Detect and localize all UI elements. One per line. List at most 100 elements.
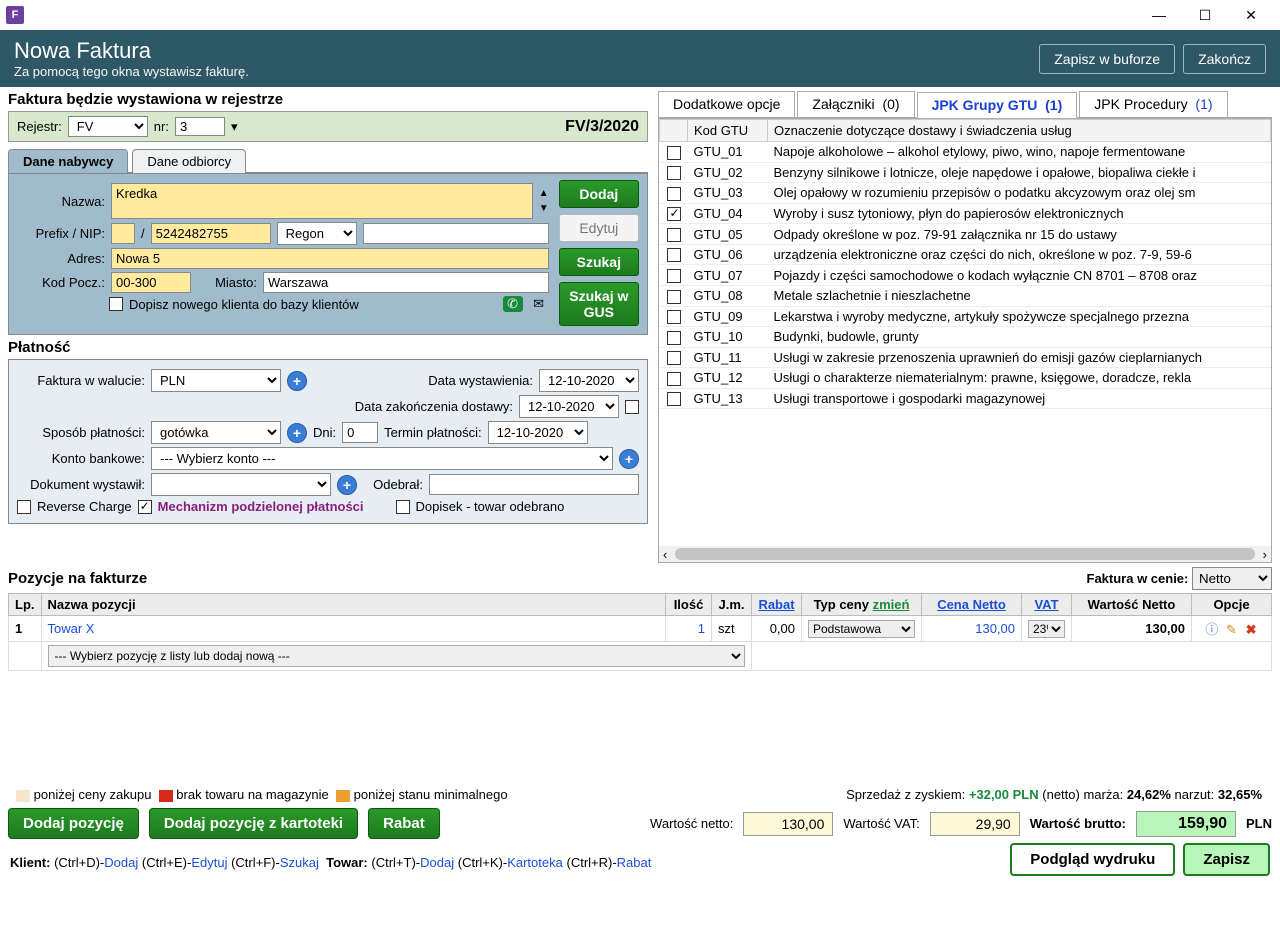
tab-recipient[interactable]: Dane odbiorcy <box>132 149 246 173</box>
col-rabat-link[interactable]: Rabat <box>758 597 794 612</box>
nip-input[interactable] <box>151 223 271 244</box>
shortcut-edit-client[interactable]: Edytuj <box>191 855 227 870</box>
add-client-button[interactable]: Dodaj <box>559 180 639 208</box>
edit-icon[interactable]: ✎ <box>1224 622 1240 638</box>
gtu-checkbox[interactable] <box>667 166 681 180</box>
gtu-checkbox[interactable] <box>667 187 681 201</box>
gtu-checkbox[interactable] <box>667 392 681 406</box>
info-icon[interactable]: ⓘ <box>1204 619 1220 635</box>
gtu-checkbox[interactable] <box>667 290 681 304</box>
payment-method-select[interactable]: gotówka <box>151 421 281 444</box>
received-by-input[interactable] <box>429 474 639 495</box>
item-price-type-select[interactable]: Podstawowa <box>808 620 915 638</box>
postcode-input[interactable] <box>111 272 191 293</box>
window-close-icon[interactable]: ✕ <box>1228 0 1274 30</box>
shortcut-search-client[interactable]: Szukaj <box>280 855 319 870</box>
scroll-left-icon[interactable]: ‹ <box>659 547 671 562</box>
bank-add-icon[interactable]: + <box>619 449 639 469</box>
gtu-checkbox[interactable] <box>667 372 681 386</box>
gtu-checkbox[interactable] <box>667 351 681 365</box>
gtu-row[interactable]: GTU_12Usługi o charakterze niematerialny… <box>660 368 1271 389</box>
add-from-catalog-button[interactable]: Dodaj pozycję z kartoteki <box>149 808 358 839</box>
goods-received-checkbox[interactable] <box>396 500 410 514</box>
gtu-row[interactable]: GTU_09Lekarstwa i wyroby medyczne, artyk… <box>660 306 1271 327</box>
gtu-checkbox[interactable] <box>667 269 681 283</box>
scroll-right-icon[interactable]: › <box>1259 547 1271 562</box>
col-type-change-link[interactable]: zmień <box>873 597 910 612</box>
currency-add-icon[interactable]: + <box>287 371 307 391</box>
gtu-row[interactable]: GTU_13Usługi transportowe i gospodarki m… <box>660 388 1271 409</box>
edit-client-button[interactable]: Edytuj <box>559 214 639 242</box>
save-buffer-button[interactable]: Zapisz w buforze <box>1039 44 1175 74</box>
regon-input[interactable] <box>363 223 549 244</box>
gtu-row[interactable]: GTU_05Odpady określone w poz. 79-91 załą… <box>660 224 1271 245</box>
bank-select[interactable]: --- Wybierz konto --- <box>151 447 613 470</box>
scroll-down-icon[interactable]: ▼ <box>539 203 549 214</box>
discount-button[interactable]: Rabat <box>368 808 440 839</box>
tab-attachments[interactable]: Załączniki (0) <box>797 91 914 117</box>
phone-icon[interactable]: ✆ <box>503 296 523 312</box>
gtu-row[interactable]: GTU_11Usługi w zakresie przenoszenia upr… <box>660 347 1271 368</box>
tab-buyer[interactable]: Dane nabywcy <box>8 149 128 173</box>
split-payment-checkbox[interactable] <box>138 500 152 514</box>
finish-button[interactable]: Zakończ <box>1183 44 1266 74</box>
shortcut-add-item[interactable]: Dodaj <box>420 855 454 870</box>
reverse-charge-checkbox[interactable] <box>17 500 31 514</box>
tab-jpk-procedures[interactable]: JPK Procedury (1) <box>1079 91 1227 117</box>
gtu-row[interactable]: GTU_07Pojazdy i części samochodowe o kod… <box>660 265 1271 286</box>
issue-date-input[interactable]: 12-10-2020 <box>539 369 639 392</box>
gtu-checkbox[interactable] <box>667 248 681 262</box>
add-item-button[interactable]: Dodaj pozycję <box>8 808 139 839</box>
payment-term-input[interactable]: 12-10-2020 <box>488 421 588 444</box>
prefix-input[interactable] <box>111 223 135 244</box>
gtu-checkbox[interactable] <box>667 310 681 324</box>
tab-jpk-gtu[interactable]: JPK Grupy GTU (1) <box>917 92 1078 118</box>
gtu-row[interactable]: GTU_10Budynki, budowle, grunty <box>660 327 1271 348</box>
window-maximize-icon[interactable]: ☐ <box>1182 0 1228 30</box>
preview-button[interactable]: Podgląd wydruku <box>1010 843 1175 876</box>
scroll-up-icon[interactable]: ▲ <box>539 188 549 199</box>
regon-select[interactable]: Regon <box>277 222 357 245</box>
gtu-row[interactable]: GTU_08Metale szlachetnie i nieszlachetne <box>660 285 1271 306</box>
item-vat-select[interactable]: 23% <box>1028 620 1065 638</box>
buyer-name-input[interactable]: Kredka <box>111 183 533 219</box>
gtu-row[interactable]: GTU_03Olej opałowy w rozumieniu przepisó… <box>660 183 1271 204</box>
window-minimize-icon[interactable]: — <box>1136 0 1182 30</box>
gtu-checkbox[interactable] <box>667 228 681 242</box>
item-row[interactable]: 1 Towar X 1 szt 0,00 Podstawowa 130,00 2… <box>9 616 1272 642</box>
gtu-row[interactable]: GTU_06urządzenia elektroniczne oraz częś… <box>660 244 1271 265</box>
gtu-row[interactable]: GTU_02Benzyny silnikowe i lotnicze, olej… <box>660 162 1271 183</box>
register-select[interactable]: FV <box>68 116 148 137</box>
gtu-checkbox[interactable] <box>667 207 681 221</box>
mail-icon[interactable]: ✉ <box>529 296 549 312</box>
tab-extra-options[interactable]: Dodatkowe opcje <box>658 91 795 117</box>
issued-by-add-icon[interactable]: + <box>337 475 357 495</box>
horizontal-scroll-thumb[interactable] <box>675 548 1254 560</box>
shortcut-discount[interactable]: Rabat <box>617 855 652 870</box>
address-input[interactable] <box>111 248 549 269</box>
price-mode-select[interactable]: Netto <box>1192 567 1272 590</box>
city-input[interactable] <box>263 272 549 293</box>
col-net-link[interactable]: Cena Netto <box>937 597 1006 612</box>
delivery-date-checkbox[interactable] <box>625 400 639 414</box>
delivery-date-input[interactable]: 12-10-2020 <box>519 395 619 418</box>
delete-icon[interactable]: ✖ <box>1243 622 1259 638</box>
gtu-row[interactable]: GTU_01Napoje alkoholowe – alkohol etylow… <box>660 142 1271 163</box>
gtu-row[interactable]: GTU_04Wyroby i susz tytoniowy, płyn do p… <box>660 203 1271 224</box>
gtu-checkbox[interactable] <box>667 146 681 160</box>
payment-method-add-icon[interactable]: + <box>287 423 307 443</box>
days-input[interactable] <box>342 422 378 443</box>
col-vat-link[interactable]: VAT <box>1034 597 1058 612</box>
search-client-button[interactable]: Szukaj <box>559 248 639 276</box>
add-client-checkbox[interactable] <box>109 297 123 311</box>
currency-select[interactable]: PLN <box>151 369 281 392</box>
gtu-checkbox[interactable] <box>667 331 681 345</box>
shortcut-add-client[interactable]: Dodaj <box>104 855 138 870</box>
save-button[interactable]: Zapisz <box>1183 843 1270 876</box>
search-gus-button[interactable]: Szukaj w GUS <box>559 282 639 326</box>
item-name-link[interactable]: Towar X <box>41 616 666 642</box>
new-item-select[interactable]: --- Wybierz pozycję z listy lub dodaj no… <box>48 645 746 667</box>
register-nr-input[interactable] <box>175 117 225 136</box>
shortcut-catalog[interactable]: Kartoteka <box>507 855 563 870</box>
issued-by-select[interactable] <box>151 473 331 496</box>
